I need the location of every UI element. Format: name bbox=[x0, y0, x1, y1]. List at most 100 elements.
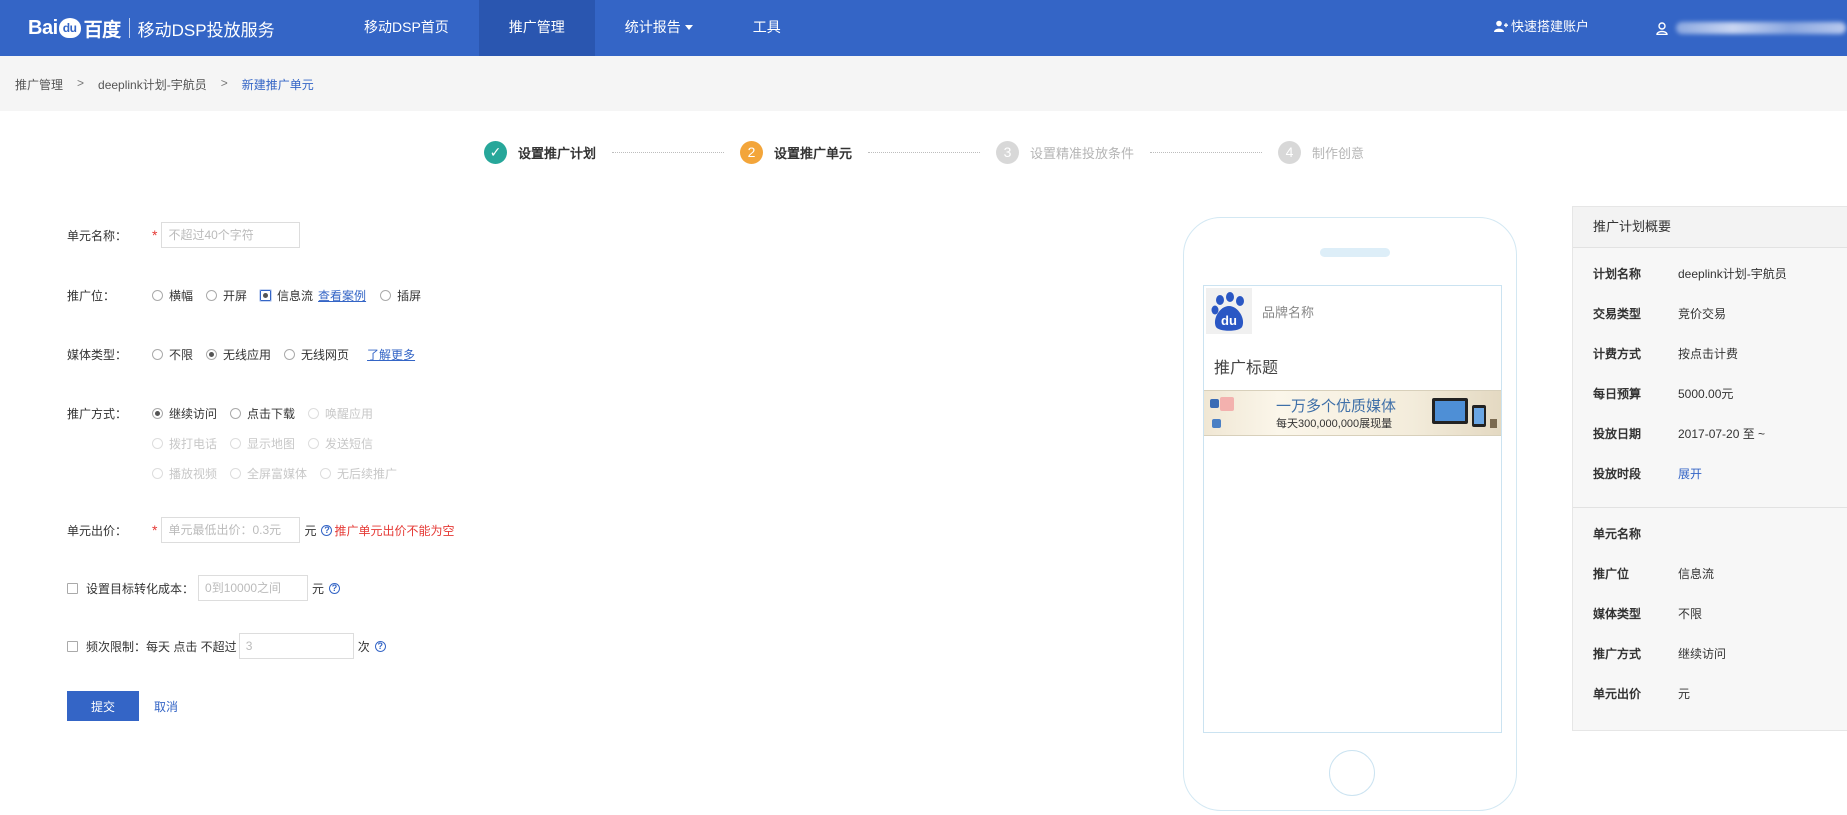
top-navbar: Bai du 百度 移动DSP投放服务 移动DSP首页 推广管理 统计报告 工具… bbox=[0, 0, 1847, 56]
method-option-label: 播放视频 bbox=[169, 467, 218, 481]
method-option-label: 显示地图 bbox=[247, 437, 296, 451]
target-cost-unit: 元 bbox=[312, 581, 325, 596]
summary-value: 不限 bbox=[1678, 607, 1703, 621]
position-option-label: 插屏 bbox=[397, 289, 422, 303]
step-3-number: 3 bbox=[996, 140, 1020, 164]
frequency-input[interactable] bbox=[238, 633, 354, 659]
summary-value: 元 bbox=[1678, 687, 1691, 701]
breadcrumb-item-promotion[interactable]: 推广管理 bbox=[15, 76, 63, 93]
learn-more-link[interactable]: 了解更多 bbox=[367, 346, 415, 363]
summary-value: 竞价交易 bbox=[1678, 307, 1727, 321]
media-option-any[interactable]: 不限 bbox=[152, 346, 193, 363]
nav-report-label: 统计报告 bbox=[624, 19, 681, 35]
user-menu[interactable] bbox=[1656, 0, 1846, 56]
position-row: 推广位： 横幅 开屏 信息流 查看案例 插屏 bbox=[67, 287, 434, 304]
logo-mark: Bai du 百度 bbox=[28, 15, 121, 42]
method-option-wake-app: 唤醒应用 bbox=[308, 405, 373, 422]
position-option-splash[interactable]: 开屏 bbox=[206, 287, 247, 304]
baidu-logo[interactable]: Bai du 百度 移动DSP投放服务 bbox=[28, 6, 275, 50]
method-option-label: 发送短信 bbox=[325, 437, 374, 451]
media-option-label: 无线应用 bbox=[223, 348, 272, 362]
method-row-2: 拨打电话 显示地图 发送短信 bbox=[67, 435, 386, 452]
wizard-steps: ✓ 设置推广计划 2 设置推广单元 3 设置精准投放条件 4 制作创意 bbox=[484, 140, 1364, 164]
step-4: 4 制作创意 bbox=[1278, 140, 1364, 164]
bid-row: 单元出价： * 元 ? 推广单元出价不能为空 bbox=[67, 517, 454, 543]
summary-key: 交易类型 bbox=[1593, 307, 1642, 321]
frequency-checkbox[interactable] bbox=[67, 640, 78, 652]
logo-cn-text: 百度 bbox=[83, 19, 122, 41]
position-option-feed[interactable]: 信息流 bbox=[259, 287, 313, 304]
summary-row: 计费方式 按点击计费 bbox=[1593, 345, 1738, 362]
breadcrumb-item-plan[interactable]: deeplink计划-宇航员 bbox=[98, 76, 207, 93]
summary-row: 每日预算 5000.00元 bbox=[1593, 385, 1733, 402]
method-option-label: 点击下载 bbox=[247, 407, 296, 421]
media-option-web[interactable]: 无线网页 bbox=[284, 346, 349, 363]
nav-home[interactable]: 移动DSP首页 bbox=[334, 0, 479, 56]
logo-du-text: du bbox=[62, 21, 77, 35]
media-option-app[interactable]: 无线应用 bbox=[206, 346, 271, 363]
user-icon bbox=[1656, 21, 1668, 35]
method-option-rich-media: 全屏富媒体 bbox=[230, 465, 307, 482]
step-connector bbox=[612, 151, 725, 153]
submit-button[interactable]: 提交 bbox=[67, 691, 139, 721]
unit-name-input[interactable] bbox=[161, 222, 301, 248]
summary-row: 推广位 信息流 bbox=[1593, 565, 1714, 582]
bid-unit: 元 bbox=[304, 523, 317, 538]
method-option-none: 无后续推广 bbox=[320, 465, 397, 482]
summary-key: 单元出价 bbox=[1593, 687, 1642, 701]
position-option-banner[interactable]: 横幅 bbox=[152, 287, 193, 304]
radio-dot bbox=[230, 408, 242, 419]
summary-key: 投放日期 bbox=[1593, 427, 1642, 441]
position-option-label: 横幅 bbox=[169, 289, 194, 303]
bid-label: 单元出价： bbox=[67, 523, 128, 538]
method-option-label: 无后续推广 bbox=[337, 467, 398, 481]
nav-promotion-management[interactable]: 推广管理 bbox=[478, 0, 595, 56]
summary-row: 单元名称 bbox=[1593, 525, 1678, 542]
method-option-click-download[interactable]: 点击下载 bbox=[230, 405, 295, 422]
help-icon[interactable]: ? bbox=[321, 524, 333, 536]
target-cost-checkbox[interactable] bbox=[67, 582, 78, 594]
step-1: ✓ 设置推广计划 bbox=[484, 140, 596, 164]
radio-dot bbox=[320, 468, 332, 479]
phone-preview: du 品牌名称 推广标题 一万多个优质媒体 每天300,000,000展现量 bbox=[1183, 217, 1517, 811]
radio-dot bbox=[380, 290, 392, 301]
target-cost-input[interactable] bbox=[198, 575, 309, 601]
step-3-label: 设置精准投放条件 bbox=[1030, 145, 1135, 161]
phone-home-button bbox=[1329, 750, 1375, 796]
position-option-interstitial[interactable]: 插屏 bbox=[380, 287, 421, 304]
product-title: 移动DSP投放服务 bbox=[137, 20, 275, 40]
bid-error-message: 推广单元出价不能为空 bbox=[334, 523, 455, 538]
radio-dot bbox=[308, 408, 320, 419]
breadcrumb-separator: > bbox=[77, 76, 85, 90]
frequency-label: 频次限制： bbox=[86, 639, 147, 654]
nav-statistics-report[interactable]: 统计报告 bbox=[595, 0, 723, 56]
radio-dot bbox=[152, 290, 163, 301]
radio-dot-selected bbox=[152, 408, 163, 419]
step-3: 3 设置精准投放条件 bbox=[996, 140, 1135, 164]
nav-promotion-label: 推广管理 bbox=[508, 19, 565, 35]
expand-time-slot-link[interactable]: 展开 bbox=[1678, 465, 1702, 482]
media-option-label: 不限 bbox=[169, 348, 194, 362]
help-icon[interactable]: ? bbox=[374, 640, 386, 652]
chevron-down-icon bbox=[684, 25, 693, 30]
bid-input[interactable] bbox=[161, 517, 301, 543]
method-option-continue-visit[interactable]: 继续访问 bbox=[152, 405, 217, 422]
phone-screen: du 品牌名称 推广标题 一万多个优质媒体 每天300,000,000展现量 bbox=[1203, 285, 1502, 733]
summary-key: 推广位 bbox=[1593, 567, 1630, 581]
summary-row: 推广方式 继续访问 bbox=[1593, 645, 1726, 662]
quick-setup-account-link[interactable]: 快速搭建账户 bbox=[1494, 0, 1589, 56]
baidu-paw-icon: du bbox=[1206, 288, 1252, 334]
cancel-button[interactable]: 取消 bbox=[154, 698, 178, 715]
nav-tools[interactable]: 工具 bbox=[723, 0, 811, 56]
media-option-label: 无线网页 bbox=[301, 348, 350, 362]
radio-dot bbox=[152, 349, 163, 360]
required-marker: * bbox=[152, 227, 158, 243]
main-nav: 移动DSP首页 推广管理 统计报告 工具 bbox=[334, 0, 811, 56]
help-icon[interactable]: ? bbox=[329, 582, 341, 594]
radio-dot-selected bbox=[206, 349, 218, 360]
view-case-link[interactable]: 查看案例 bbox=[318, 287, 366, 304]
step-4-number: 4 bbox=[1278, 140, 1302, 164]
method-option-video: 播放视频 bbox=[152, 465, 217, 482]
method-option-call: 拨打电话 bbox=[152, 435, 217, 452]
quick-setup-label: 快速搭建账户 bbox=[1511, 19, 1590, 34]
